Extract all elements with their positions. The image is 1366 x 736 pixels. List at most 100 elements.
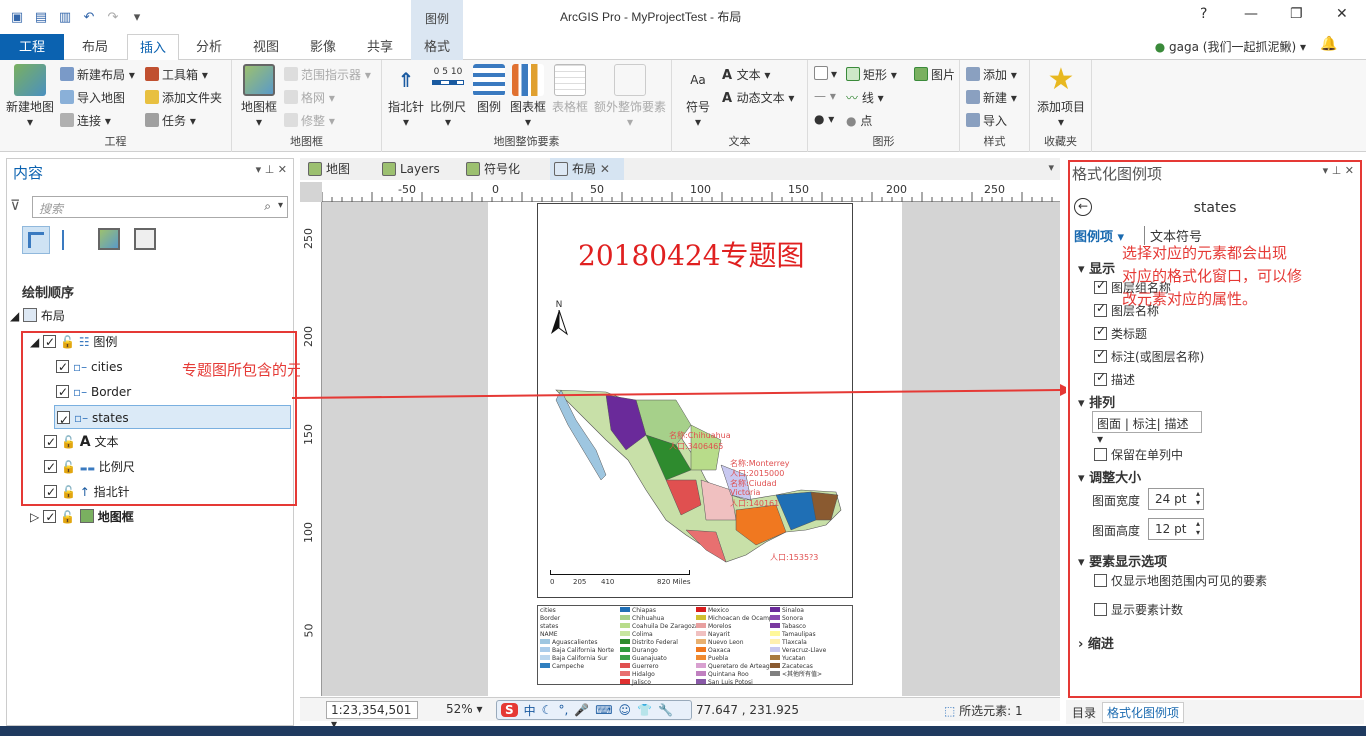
ribbon: 新建地图 ▾ 新建布局 ▾ 导入地图 连接 ▾ 工具箱 ▾ 添加文件夹 任务 ▾ …	[0, 60, 1366, 152]
doc-tab-layers[interactable]: Layers	[378, 158, 458, 180]
contents-search-input[interactable]: 搜索 ⌕ ▾	[32, 196, 288, 218]
import-map-button[interactable]: 导入地图	[60, 89, 125, 106]
symbol-button[interactable]: Aa 符号 ▾	[678, 64, 718, 129]
point-style-button[interactable]: ● ▾	[814, 112, 834, 126]
tab-view[interactable]: 视图	[241, 34, 291, 60]
tabs-dropdown-icon[interactable]: ▾	[1048, 161, 1054, 174]
ime-lang[interactable]: 中	[524, 702, 536, 719]
point-button[interactable]: ● 点	[846, 112, 872, 129]
lock-icon[interactable]: 🔓	[60, 510, 75, 524]
ime-toolbar[interactable]: S 中 ☾ °, 🎤 ⌨ ☺ 👕 🔧	[496, 700, 692, 720]
restore-button[interactable]: ❐	[1290, 6, 1303, 22]
tab-format-legend-item[interactable]: 格式化图例项	[1102, 702, 1185, 723]
filter-icon[interactable]: ⊽	[10, 198, 20, 214]
layout-icon	[23, 308, 38, 322]
undo-icon[interactable]: ↶	[80, 8, 98, 26]
chart-frame-button[interactable]: 图表框 ▾	[508, 64, 548, 129]
legend-col4: Sinaloa Sonora Tabasco Tamaulipas Tlaxcala Ve…	[770, 607, 850, 679]
import-style-button[interactable]: 导入	[966, 112, 1007, 129]
grid-button[interactable]: 格网 ▾	[284, 89, 335, 106]
punct-icon[interactable]: °,	[558, 703, 568, 717]
keyboard-icon[interactable]: ⌨	[595, 703, 612, 717]
doc-tab-symbology[interactable]: 符号化	[462, 158, 546, 180]
toolbox-button[interactable]: 工具箱 ▾	[145, 66, 208, 83]
scale-bar-button[interactable]: 0 5 10 比例尺 ▾	[428, 64, 468, 129]
close-tab-icon[interactable]: ✕	[600, 162, 610, 176]
north-arrow-element[interactable]: N	[549, 300, 569, 339]
rectangle-icon	[846, 67, 860, 81]
user-icon[interactable]: ☺	[619, 703, 632, 717]
customize-qat-icon[interactable]: ▾	[128, 8, 146, 26]
mic-icon[interactable]: 🎤	[574, 703, 589, 717]
add-style-button[interactable]: 添加 ▾	[966, 66, 1017, 83]
dynamic-text-button[interactable]: A 动态文本 ▾	[722, 89, 794, 106]
new-map-button[interactable]: 新建地图 ▾	[4, 64, 56, 129]
dynamic-text-label: 动态文本	[736, 91, 785, 105]
scale-selector[interactable]: 1:23,354,501 ▾	[326, 701, 418, 731]
line-style-button[interactable]: — ▾	[814, 89, 836, 103]
layout-title-text[interactable]: 20180424专题图	[578, 234, 805, 274]
layout-view-icon[interactable]	[134, 228, 156, 250]
contents-pane-controls[interactable]: ▾ ⊥ ✕	[256, 163, 287, 176]
shape-fill-button[interactable]: ▾	[814, 66, 837, 81]
range-indicator-button[interactable]: 范围指示器 ▾	[284, 66, 371, 83]
sogou-icon[interactable]: S	[501, 703, 518, 717]
legend-entry-label: Michoacan de Ocampo	[708, 615, 777, 622]
trim-button[interactable]: 修整 ▾	[284, 112, 335, 129]
doc-tab-layout[interactable]: 布局 ✕	[550, 158, 624, 180]
help-button[interactable]: ?	[1200, 6, 1207, 22]
notification-icon[interactable]: 🔔	[1320, 36, 1337, 52]
table-frame-button[interactable]: 表格框	[550, 64, 590, 115]
tab-catalog[interactable]: 目录	[1072, 704, 1096, 721]
scale-bar-element[interactable]	[550, 570, 690, 575]
close-button[interactable]: ✕	[1336, 6, 1348, 22]
redo-icon[interactable]: ↷	[104, 8, 122, 26]
tree-root-layout[interactable]: ◢ 布局	[10, 306, 65, 326]
map-frame-icon	[243, 64, 275, 96]
tab-share[interactable]: 共享	[355, 34, 405, 60]
map-frame-button[interactable]: 地图框 ▾	[238, 64, 280, 129]
line-button[interactable]: 〰 线 ▾	[846, 89, 884, 106]
new-project-icon[interactable]: ▣	[8, 8, 26, 26]
add-item-button[interactable]: ★ 添加项目 ▾	[1034, 64, 1088, 130]
north-arrow-button[interactable]: ⇑ 指北针 ▾	[386, 64, 426, 129]
tab-format[interactable]: 格式	[411, 34, 463, 60]
new-layout-button[interactable]: 新建布局 ▾	[60, 66, 135, 83]
tab-insert[interactable]: 插入	[127, 34, 180, 61]
legend-button[interactable]: 图例	[472, 64, 506, 115]
tab-project[interactable]: 工程	[0, 34, 64, 60]
moon-icon[interactable]: ☾	[542, 703, 553, 717]
connect-icon	[60, 113, 74, 127]
map-view-icon[interactable]	[98, 228, 120, 250]
tree-item-mapframe[interactable]: ▷ 🔓 地图框	[30, 507, 134, 527]
shirt-icon[interactable]: 👕	[637, 703, 652, 717]
selection-view-icon[interactable]	[62, 230, 82, 250]
map-of-mexico[interactable]	[546, 380, 846, 580]
add-folder-button[interactable]: 添加文件夹	[145, 89, 222, 106]
user-account[interactable]: ● gaga (我们一起抓泥鳅) ▾	[1155, 38, 1306, 55]
scale-bar-label: 比例尺	[429, 100, 466, 114]
text-button[interactable]: A 文本 ▾	[722, 66, 770, 83]
extra-surround-button[interactable]: 额外整饰要素 ▾	[592, 64, 668, 129]
picture-label: 图片	[931, 68, 956, 82]
search-dropdown-icon[interactable]: ▾	[278, 200, 283, 211]
picture-button[interactable]: 图片	[914, 66, 955, 83]
tab-layout[interactable]: 布局	[70, 34, 120, 60]
minimize-button[interactable]: —	[1244, 6, 1258, 22]
selected-count[interactable]: ⬚ 所选元素: 1	[944, 702, 1023, 719]
task-button[interactable]: 任务 ▾	[145, 112, 196, 129]
connect-button[interactable]: 连接 ▾	[60, 112, 111, 129]
open-project-icon[interactable]: ▤	[32, 8, 50, 26]
rectangle-button[interactable]: 矩形 ▾	[846, 66, 897, 83]
tab-analysis[interactable]: 分析	[184, 34, 234, 60]
zoom-selector[interactable]: 52% ▾	[446, 702, 483, 716]
search-icon[interactable]: ⌕	[264, 199, 271, 214]
legend-swatch	[770, 663, 780, 668]
new-style-button[interactable]: 新建 ▾	[966, 89, 1017, 106]
mapframe-checkbox[interactable]	[43, 507, 57, 527]
table-frame-icon	[554, 64, 586, 96]
tool-icon[interactable]: 🔧	[658, 703, 673, 717]
save-icon[interactable]: ▥	[56, 8, 74, 26]
tab-imagery[interactable]: 影像	[298, 34, 348, 60]
doc-tab-map[interactable]: 地图	[304, 158, 374, 180]
